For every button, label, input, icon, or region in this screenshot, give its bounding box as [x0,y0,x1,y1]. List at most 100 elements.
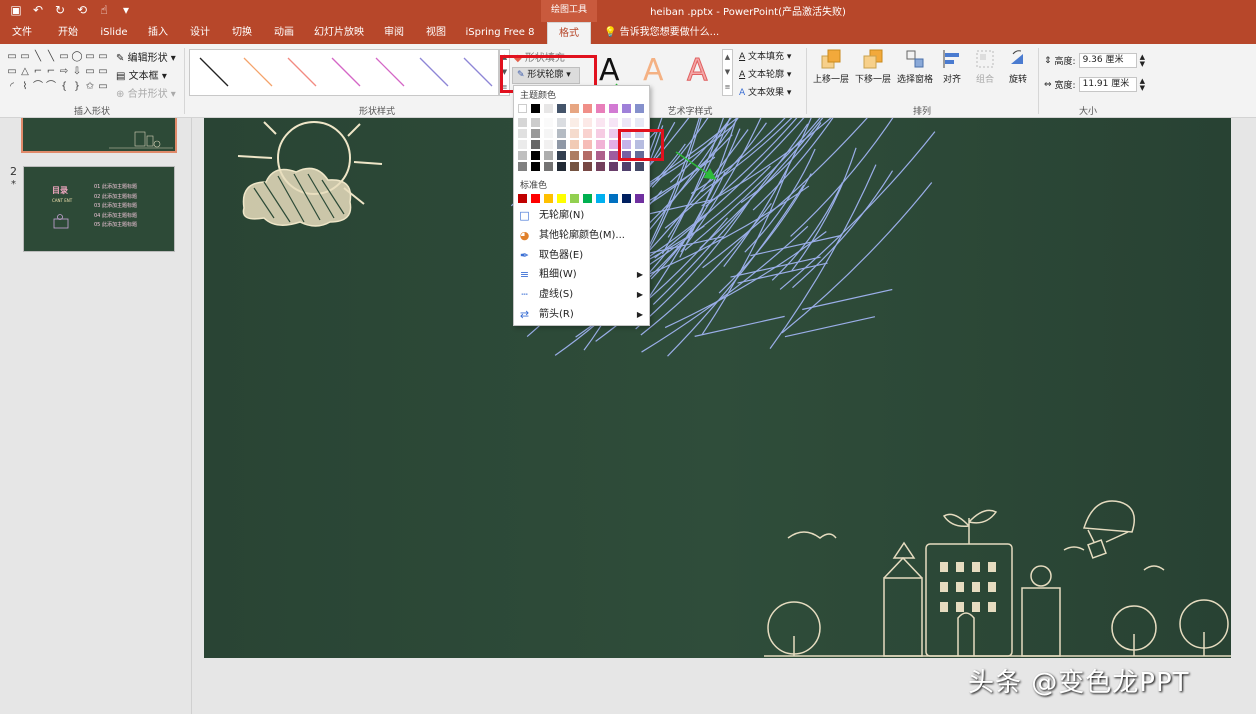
shape-23-icon[interactable]: ✩ [84,80,96,94]
shape-3-icon[interactable]: ╲ [32,50,44,64]
theme-color-swatch[interactable] [596,129,605,138]
theme-color-swatch[interactable] [518,162,527,171]
shape-7-icon[interactable]: ▭ [84,50,96,64]
theme-color-swatch[interactable] [518,104,527,113]
shape-14-icon[interactable]: ⇩ [71,65,83,79]
theme-color-swatch[interactable] [609,129,618,138]
tell-me-search[interactable]: 💡 告诉我您想要做什么... [604,22,719,44]
theme-color-swatch[interactable] [583,129,592,138]
theme-color-swatch[interactable] [531,151,540,160]
theme-color-swatch[interactable] [583,104,592,113]
shapes-gallery[interactable]: ▭ ▭ ╲ ╲ ▭ ◯ ▭ ▭ ▭ △ ⌐ ⌐ ⇨ ⇩ ▭ ▭ ◜ ⌇ ⌒ ⌒{} ✩ ▭ [6,50,109,98]
shape-8-icon[interactable]: ▭ [97,50,109,64]
theme-color-swatch[interactable] [544,151,553,160]
standard-color-swatch[interactable] [583,194,592,203]
shape-11-icon[interactable]: ⌐ [32,65,44,79]
customize-icon[interactable]: ▾ [118,2,134,18]
shape-1-icon[interactable]: ▭ [6,50,18,64]
shape-5-icon[interactable]: ▭ [58,50,70,64]
theme-color-swatch[interactable] [583,162,592,171]
shape-15-icon[interactable]: ▭ [84,65,96,79]
standard-color-swatch[interactable] [609,194,618,203]
theme-color-swatch[interactable] [622,104,631,113]
redo-icon[interactable]: ↻ [52,2,68,18]
theme-color-swatch[interactable] [609,140,618,149]
text-box-button[interactable]: ▤ 文本框 ▾ [116,67,167,82]
tab-ispring[interactable]: iSpring Free 8 [462,22,538,44]
theme-color-swatch[interactable] [596,140,605,149]
menu-item-weight[interactable]: ≡ 粗细(W) ▶ [514,265,649,284]
theme-color-swatch[interactable] [518,118,527,127]
theme-color-swatch[interactable] [570,162,579,171]
menu-item-palette[interactable]: ◕ 其他轮廓颜色(M)... [514,226,649,245]
text-outline-button[interactable]: A 文本轮廓 ▾ [739,67,791,80]
tab-transitions[interactable]: 切换 [224,22,260,44]
merge-shapes-button[interactable]: ⊕ 合并形状 ▾ [116,85,176,100]
theme-color-swatch[interactable] [557,140,566,149]
tab-review[interactable]: 审阅 [376,22,412,44]
shape-4-icon[interactable]: ╲ [45,50,57,64]
menu-item-arrow[interactable]: ⇄ 箭头(R) ▶ [514,305,649,324]
line-style-1[interactable] [199,57,229,87]
standard-color-swatch[interactable] [518,194,527,203]
line-style-3[interactable] [287,57,317,87]
standard-color-swatch[interactable] [557,194,566,203]
theme-color-swatch[interactable] [544,162,553,171]
theme-color-swatch[interactable] [596,104,605,113]
bring-forward-button[interactable]: 上移一层 [811,48,851,85]
text-effects-button[interactable]: A 文本效果 ▾ [739,85,791,98]
theme-color-swatch[interactable] [557,104,566,113]
theme-color-swatch[interactable] [583,118,592,127]
standard-color-swatch[interactable] [531,194,540,203]
theme-color-swatch[interactable] [531,118,540,127]
slide-thumbnail-1[interactable] [21,118,177,153]
text-fill-button[interactable]: A 文本填充 ▾ [739,49,791,62]
theme-color-swatch[interactable] [518,151,527,160]
height-input[interactable]: 9.36 厘米 [1078,53,1137,68]
shape-21-icon[interactable]: { [58,80,70,94]
shape-22-icon[interactable]: } [71,80,83,94]
standard-color-swatch[interactable] [622,194,631,203]
theme-color-swatch[interactable] [531,162,540,171]
repeat-icon[interactable]: ⟲ [74,2,90,18]
theme-color-swatch[interactable] [635,162,644,171]
shape-13-icon[interactable]: ⇨ [58,65,70,79]
theme-color-swatch[interactable] [596,151,605,160]
shape-16-icon[interactable]: ▭ [97,65,109,79]
tab-animations[interactable]: 动画 [266,22,302,44]
menu-item-dash[interactable]: ┄ 虚线(S) ▶ [514,285,649,304]
theme-color-swatch[interactable] [531,140,540,149]
save-icon[interactable]: ▣ [8,2,24,18]
theme-color-swatch[interactable] [570,118,579,127]
theme-color-swatch[interactable] [518,140,527,149]
shape-24-icon[interactable]: ▭ [97,80,109,94]
menu-item-eyedropper[interactable]: ✒ 取色器(E) [514,246,649,265]
shape-2-icon[interactable]: ▭ [19,50,31,64]
width-spinner[interactable]: ▲ ▼ [1140,77,1145,92]
theme-color-swatch[interactable] [596,162,605,171]
shape-18-icon[interactable]: ⌇ [19,80,31,94]
rotate-button[interactable]: 旋转 [1003,48,1033,85]
shape-6-icon[interactable]: ◯ [71,50,83,64]
theme-color-swatch[interactable] [609,151,618,160]
theme-color-swatch[interactable] [570,140,579,149]
height-spinner[interactable]: ▲ ▼ [1140,53,1145,68]
line-style-7[interactable] [463,57,493,87]
shape-12-icon[interactable]: ⌐ [45,65,57,79]
group-button[interactable]: 组合 [970,48,1000,85]
theme-color-swatch[interactable] [583,151,592,160]
theme-color-swatch[interactable] [544,129,553,138]
tab-home[interactable]: 开始 [50,22,86,44]
theme-color-swatch[interactable] [622,118,631,127]
theme-color-swatch[interactable] [609,162,618,171]
standard-color-swatch[interactable] [544,194,553,203]
theme-color-swatch[interactable] [596,118,605,127]
width-input[interactable]: 11.91 厘米 [1078,77,1137,92]
shape-19-icon[interactable]: ⌒ [32,80,44,94]
line-style-5[interactable] [375,57,405,87]
selection-pane-button[interactable]: 选择窗格 [895,48,935,85]
shape-10-icon[interactable]: △ [19,65,31,79]
align-button[interactable]: 对齐 [937,48,967,85]
tab-view[interactable]: 视图 [418,22,454,44]
line-style-6[interactable] [419,57,449,87]
